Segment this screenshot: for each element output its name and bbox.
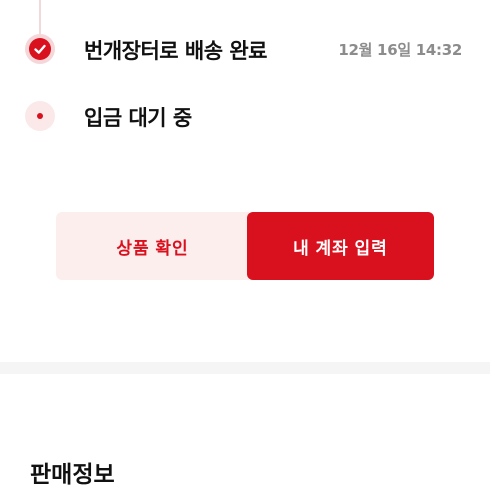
sales-info-title: 판매정보	[30, 462, 115, 488]
timeline-step-awaiting-payment: 입금 대기 중	[0, 97, 490, 137]
completed-check-icon	[25, 34, 55, 64]
section-divider	[0, 362, 490, 374]
timeline-step-time: 12월 16일 14:32	[338, 41, 462, 59]
check-product-button[interactable]: 상품 확인	[56, 212, 249, 280]
timeline-step-label: 입금 대기 중	[84, 106, 192, 130]
timeline-step-delivered: 번개장터로 배송 완료 12월 16일 14:32	[0, 30, 490, 70]
timeline-step-label: 번개장터로 배송 완료	[84, 39, 268, 63]
pending-dot-icon	[25, 101, 55, 131]
enter-account-button[interactable]: 내 계좌 입력	[247, 212, 434, 280]
